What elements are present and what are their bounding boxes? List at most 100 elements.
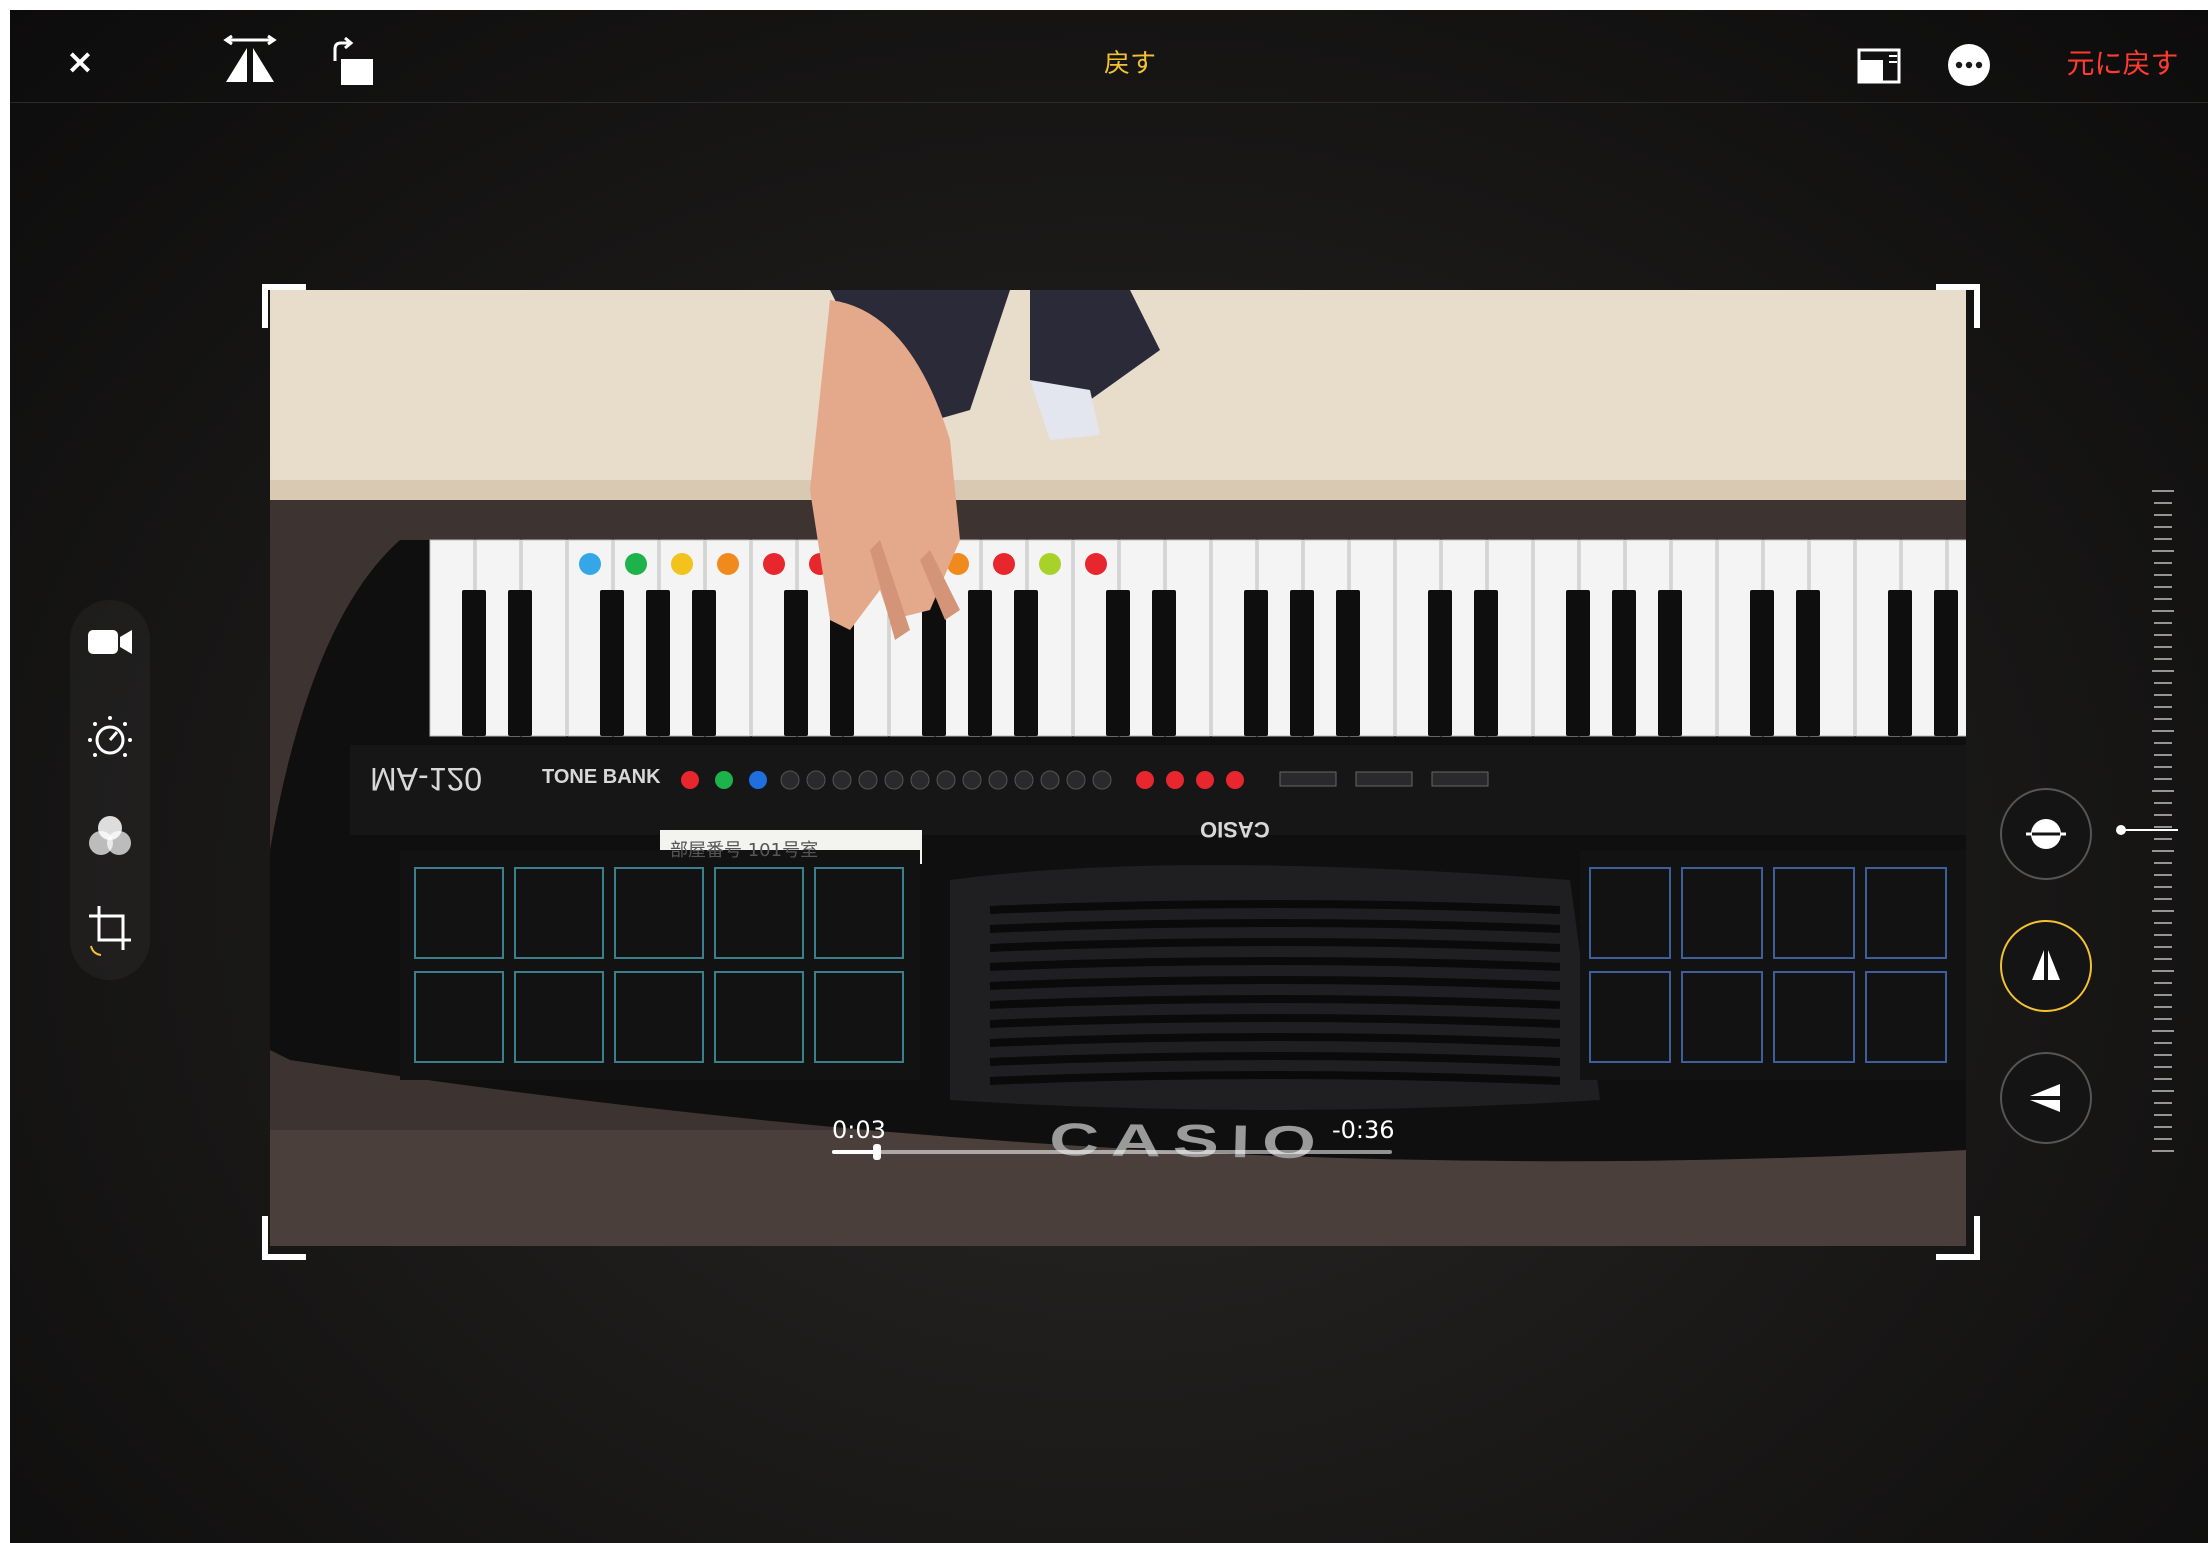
panel-button bbox=[806, 770, 826, 790]
key-sticker bbox=[671, 553, 693, 575]
angle-dial-tick bbox=[2154, 958, 2172, 960]
angle-dial-tick bbox=[2154, 898, 2172, 900]
panel-button bbox=[858, 770, 878, 790]
keyboard-video-image bbox=[270, 290, 1966, 1246]
angle-dial-tick bbox=[2154, 874, 2172, 876]
editor-title: 戻す bbox=[1103, 48, 1156, 79]
keyboard-model: MA-120 bbox=[370, 761, 483, 797]
key-sticker bbox=[993, 553, 1015, 575]
black-key bbox=[1658, 590, 1682, 736]
rotate-button[interactable] bbox=[320, 32, 386, 94]
angle-dial-tick bbox=[2154, 814, 2172, 816]
flip-horizontal-icon bbox=[223, 34, 277, 82]
angle-dial-tick bbox=[2154, 562, 2172, 564]
tool-rail bbox=[70, 600, 150, 980]
key-sticker bbox=[625, 553, 647, 575]
crop-tool-button[interactable] bbox=[80, 900, 140, 960]
angle-dial-tick bbox=[2152, 970, 2174, 972]
crop-handle-top-right[interactable] bbox=[1936, 284, 1980, 328]
keyboard-label-card: 部屋番号 101号室 bbox=[670, 840, 819, 861]
more-icon bbox=[1948, 44, 1990, 86]
panel-button bbox=[962, 770, 982, 790]
angle-dial-tick bbox=[2154, 718, 2172, 720]
angle-dial-tick bbox=[2154, 802, 2172, 804]
black-key bbox=[1750, 590, 1774, 736]
key-sticker bbox=[717, 553, 739, 575]
angle-dial-tick bbox=[2154, 922, 2172, 924]
panel-button bbox=[780, 770, 800, 790]
black-key bbox=[1244, 590, 1268, 736]
adjust-dial-icon bbox=[88, 716, 132, 757]
scrubber-handle[interactable] bbox=[872, 1144, 881, 1160]
black-key bbox=[784, 590, 808, 736]
black-key bbox=[1428, 590, 1452, 736]
angle-dial-tick bbox=[2154, 1066, 2172, 1068]
time-remaining: -0:36 bbox=[1332, 1116, 1395, 1144]
aspect-ratio-button[interactable] bbox=[1840, 38, 1920, 94]
angle-dial-tick bbox=[2154, 1006, 2172, 1008]
angle-dial-tick bbox=[2152, 790, 2174, 792]
angle-dial-tick bbox=[2154, 538, 2172, 540]
vertical-perspective-icon bbox=[2032, 950, 2060, 980]
angle-dial-tick bbox=[2152, 1150, 2174, 1152]
panel-slider bbox=[1431, 771, 1489, 787]
angle-dial-tick bbox=[2154, 1054, 2172, 1056]
black-key bbox=[1014, 590, 1038, 736]
revert-button[interactable]: 元に戻す bbox=[2055, 36, 2190, 88]
close-button[interactable]: × bbox=[50, 32, 110, 92]
crop-handle-bottom-right[interactable] bbox=[1936, 1216, 1980, 1260]
video-frame[interactable]: CASIO CASIO MA-120 TONE BANK 部屋番号 101号室 bbox=[270, 290, 1966, 1246]
filters-tool-button[interactable] bbox=[80, 806, 140, 866]
panel-button bbox=[1092, 770, 1112, 790]
angle-dial-tick bbox=[2154, 1114, 2172, 1116]
adjust-tool-button[interactable] bbox=[80, 708, 140, 768]
panel-button bbox=[1136, 771, 1154, 789]
angle-dial-tick bbox=[2154, 706, 2172, 708]
angle-dial-tick bbox=[2154, 778, 2172, 780]
vertical-perspective-button[interactable] bbox=[2000, 920, 2092, 1012]
angle-dial-tick bbox=[2154, 886, 2172, 888]
key-sticker bbox=[1085, 553, 1107, 575]
black-key bbox=[1152, 590, 1176, 736]
angle-dial-tick bbox=[2154, 1018, 2172, 1020]
panel-button bbox=[988, 770, 1008, 790]
panel-button bbox=[1066, 770, 1086, 790]
angle-dial-tick bbox=[2152, 490, 2174, 492]
key-sticker bbox=[1039, 553, 1061, 575]
angle-dial[interactable] bbox=[2116, 490, 2180, 1170]
panel-button bbox=[1166, 771, 1184, 789]
angle-dial-tick bbox=[2154, 526, 2172, 528]
angle-dial-tick bbox=[2154, 598, 2172, 600]
black-key bbox=[1888, 590, 1912, 736]
angle-dial-pointer bbox=[2122, 829, 2178, 831]
panel-button bbox=[832, 770, 852, 790]
straighten-button[interactable] bbox=[2000, 788, 2092, 880]
crop-rotate-icon bbox=[89, 906, 131, 956]
angle-dial-tick bbox=[2154, 862, 2172, 864]
more-button[interactable] bbox=[1938, 34, 2000, 96]
crop-handle-bottom-left[interactable] bbox=[262, 1216, 306, 1260]
angle-dial-tick bbox=[2154, 994, 2172, 996]
video-tool-button[interactable] bbox=[80, 612, 140, 672]
angle-dial-tick bbox=[2154, 838, 2172, 840]
time-elapsed: 0:03 bbox=[832, 1116, 886, 1144]
keyboard-series: TONE BANK bbox=[542, 766, 661, 788]
panel-button bbox=[910, 770, 930, 790]
angle-dial-tick bbox=[2154, 1102, 2172, 1104]
black-key bbox=[968, 590, 992, 736]
flip-button[interactable] bbox=[215, 30, 285, 90]
crop-handle-top-left[interactable] bbox=[262, 284, 306, 328]
angle-dial-tick bbox=[2154, 946, 2172, 948]
key-sticker bbox=[763, 553, 785, 575]
angle-dial-tick bbox=[2154, 742, 2172, 744]
panel-button bbox=[681, 771, 699, 789]
panel-button bbox=[884, 770, 904, 790]
video-scrubber[interactable] bbox=[832, 1144, 1392, 1160]
angle-dial-tick bbox=[2152, 550, 2174, 552]
angle-dial-tick bbox=[2152, 610, 2174, 612]
black-key bbox=[1934, 590, 1958, 736]
panel-button bbox=[715, 771, 733, 789]
angle-dial-tick bbox=[2154, 826, 2172, 828]
angle-dial-tick bbox=[2154, 502, 2172, 504]
horizontal-perspective-button[interactable] bbox=[2000, 1052, 2092, 1144]
